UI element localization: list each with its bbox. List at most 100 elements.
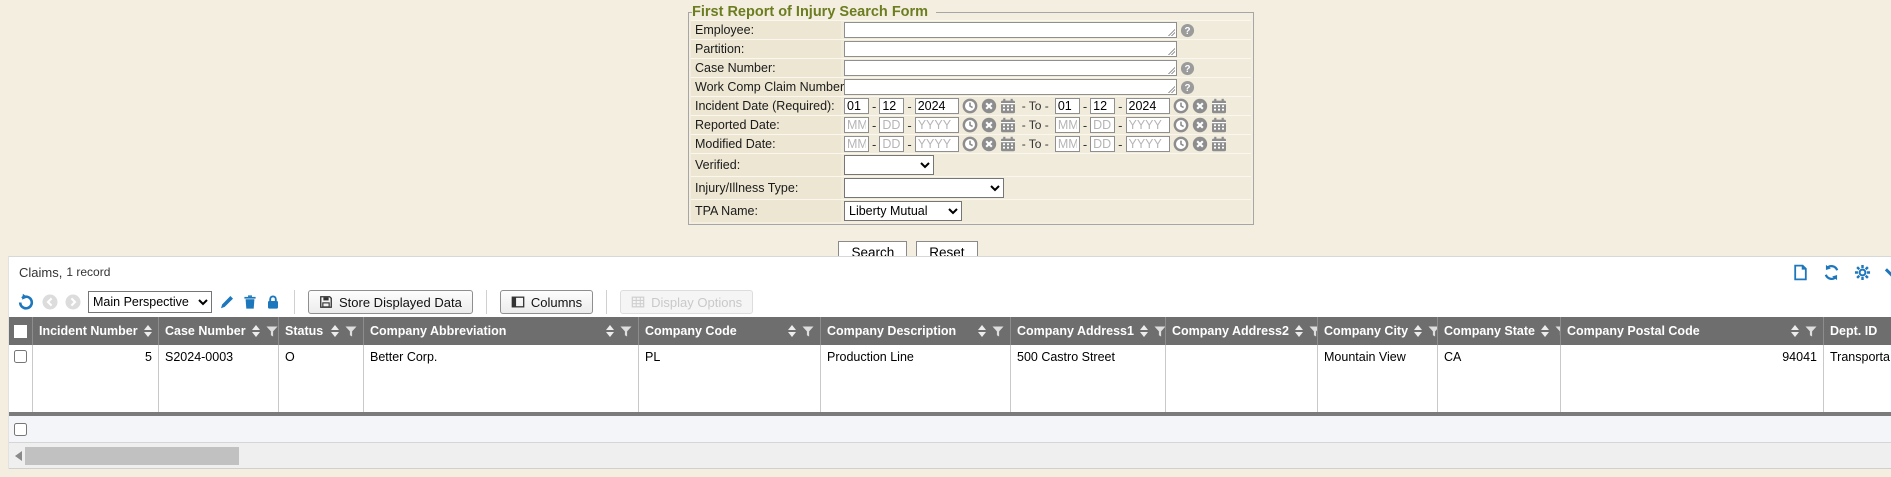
refresh-icon[interactable] (1823, 264, 1840, 281)
filter-funnel-icon[interactable] (1309, 326, 1318, 337)
incident-from-dd[interactable] (879, 98, 904, 114)
employee-input[interactable] (844, 22, 1177, 38)
incident-from-mm[interactable] (844, 98, 869, 114)
sort-icon[interactable] (788, 325, 796, 337)
select-all-checkbox[interactable] (9, 317, 33, 345)
column-header-label: Company Code (645, 324, 737, 338)
filter-funnel-icon[interactable] (1805, 326, 1817, 337)
modified-to-yyyy[interactable] (1126, 136, 1170, 152)
sort-icon[interactable] (331, 325, 339, 337)
edit-pencil-icon[interactable] (219, 294, 235, 310)
new-document-icon[interactable] (1792, 264, 1809, 281)
time-icon[interactable] (1173, 136, 1189, 152)
sort-icon[interactable] (1791, 325, 1799, 337)
modified-from-mm[interactable] (844, 136, 869, 152)
undo-icon[interactable] (16, 293, 35, 312)
calendar-icon[interactable] (1000, 98, 1016, 114)
incident-to-dd[interactable] (1090, 98, 1115, 114)
reported-from-mm[interactable] (844, 117, 869, 133)
footer-checkbox[interactable] (14, 423, 27, 436)
sort-icon[interactable] (1295, 325, 1303, 337)
filter-funnel-icon[interactable] (345, 326, 357, 337)
filter-funnel-icon[interactable] (266, 326, 278, 337)
modified-from-dd[interactable] (879, 136, 904, 152)
modified-to-dd[interactable] (1090, 136, 1115, 152)
scrollbar-thumb[interactable] (25, 447, 239, 465)
help-icon[interactable] (1180, 23, 1195, 38)
chevron-down-icon[interactable] (1885, 262, 1891, 278)
filter-funnel-icon[interactable] (620, 326, 632, 337)
clear-date-icon[interactable] (981, 136, 997, 152)
filter-funnel-icon[interactable] (1428, 326, 1438, 337)
column-header[interactable]: Incident Number (33, 317, 159, 345)
sort-icon[interactable] (1541, 325, 1549, 337)
sort-icon[interactable] (978, 325, 986, 337)
incident-from-yyyy[interactable] (915, 98, 959, 114)
sort-icon[interactable] (252, 325, 260, 337)
settings-gear-icon[interactable] (1854, 264, 1871, 281)
partition-input[interactable] (844, 41, 1177, 57)
horizontal-scrollbar[interactable] (9, 443, 1891, 469)
table-row[interactable]: 5S2024-0003OBetter Corp.PLProduction Lin… (9, 345, 1891, 412)
column-header[interactable]: Company State (1438, 317, 1561, 345)
reported-from-dd[interactable] (879, 117, 904, 133)
clear-date-icon[interactable] (981, 117, 997, 133)
tpa-name-select[interactable]: Liberty Mutual (844, 201, 962, 221)
column-header[interactable]: Company Description (821, 317, 1011, 345)
sort-icon[interactable] (144, 325, 152, 337)
column-header[interactable]: Company Address1 (1011, 317, 1166, 345)
perspective-select[interactable]: Main Perspective (88, 291, 212, 313)
calendar-icon[interactable] (1211, 117, 1227, 133)
filter-funnel-icon[interactable] (992, 326, 1004, 337)
sort-icon[interactable] (606, 325, 614, 337)
case-number-label: Case Number: (691, 59, 841, 77)
lock-icon[interactable] (265, 294, 281, 310)
column-header[interactable]: Status (279, 317, 364, 345)
time-icon[interactable] (962, 98, 978, 114)
calendar-icon[interactable] (1000, 136, 1016, 152)
clear-date-icon[interactable] (1192, 98, 1208, 114)
reported-to-yyyy[interactable] (1126, 117, 1170, 133)
incident-to-mm[interactable] (1055, 98, 1080, 114)
sort-icon[interactable] (1414, 325, 1422, 337)
help-icon[interactable] (1180, 80, 1195, 95)
row-checkbox[interactable] (14, 350, 27, 363)
store-displayed-data-button[interactable]: Store Displayed Data (308, 290, 473, 314)
sort-icon[interactable] (1140, 325, 1148, 337)
column-header[interactable]: Company Abbreviation (364, 317, 639, 345)
reported-to-dd[interactable] (1090, 117, 1115, 133)
column-header[interactable]: Company City (1318, 317, 1438, 345)
clear-date-icon[interactable] (1192, 117, 1208, 133)
modified-from-yyyy[interactable] (915, 136, 959, 152)
calendar-icon[interactable] (1211, 98, 1227, 114)
reported-from-yyyy[interactable] (915, 117, 959, 133)
work-comp-input[interactable] (844, 79, 1177, 95)
filter-funnel-icon[interactable] (802, 326, 814, 337)
tpa-name-label: TPA Name: (691, 200, 841, 222)
verified-select[interactable] (844, 155, 934, 175)
reported-to-mm[interactable] (1055, 117, 1080, 133)
column-header[interactable]: Dept. ID (1824, 317, 1891, 345)
incident-to-yyyy[interactable] (1126, 98, 1170, 114)
clear-date-icon[interactable] (981, 98, 997, 114)
time-icon[interactable] (962, 136, 978, 152)
calendar-icon[interactable] (1000, 117, 1016, 133)
clear-date-icon[interactable] (1192, 136, 1208, 152)
time-icon[interactable] (962, 117, 978, 133)
time-icon[interactable] (1173, 98, 1189, 114)
column-header[interactable]: Company Code (639, 317, 821, 345)
columns-button[interactable]: Columns (500, 290, 593, 314)
injury-type-select[interactable] (844, 178, 1004, 198)
filter-funnel-icon[interactable] (1154, 326, 1166, 337)
case-number-input[interactable] (844, 60, 1177, 76)
delete-trash-icon[interactable] (242, 294, 258, 310)
calendar-icon[interactable] (1211, 136, 1227, 152)
scroll-left-arrow-icon[interactable] (15, 451, 22, 461)
modified-to-mm[interactable] (1055, 136, 1080, 152)
time-icon[interactable] (1173, 117, 1189, 133)
column-header[interactable]: Company Postal Code (1561, 317, 1824, 345)
column-header[interactable]: Case Number (159, 317, 279, 345)
column-header[interactable]: Company Address2 (1166, 317, 1318, 345)
injury-type-row: Injury/Illness Type: (691, 176, 1251, 199)
help-icon[interactable] (1180, 61, 1195, 76)
